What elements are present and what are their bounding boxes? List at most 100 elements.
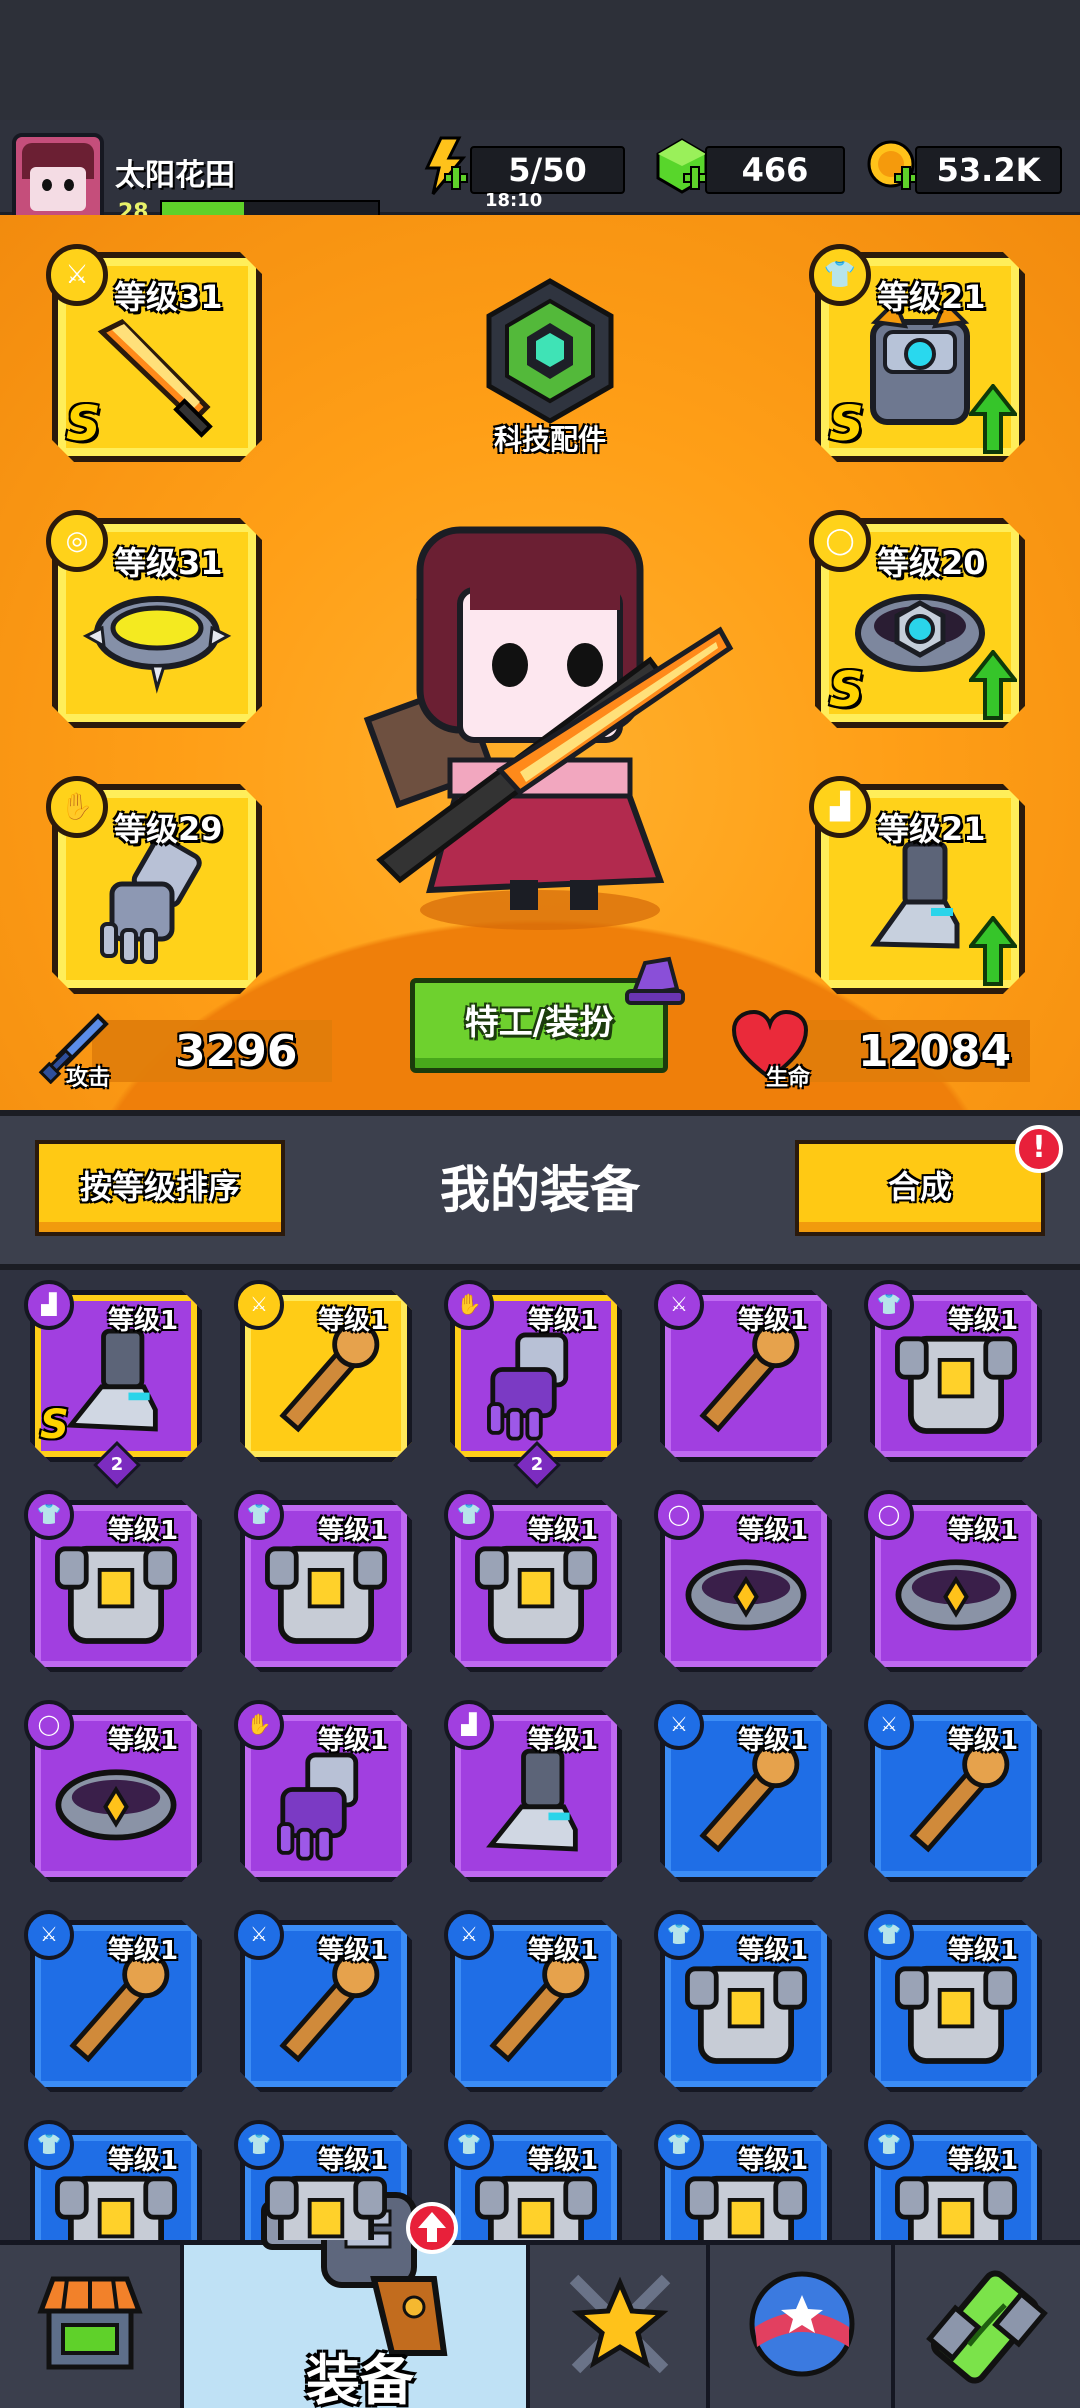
item-level: 等级1 (108, 1306, 179, 1336)
item-level: 等级1 (948, 1306, 1019, 1336)
item-level: 等级1 (738, 1306, 809, 1336)
weapon-slot-icon: ⚔ (864, 1700, 914, 1750)
green-gem-icon[interactable] (652, 136, 712, 196)
attack-label: 攻击 (66, 1066, 111, 1091)
armor-slot-icon: 👕 (24, 2120, 74, 2170)
necklace-slot-icon: ◎ (46, 510, 108, 572)
item-level: 等级1 (108, 2146, 179, 2176)
armor-slot-icon: 👕 (864, 2120, 914, 2170)
item-level: 等级1 (528, 1936, 599, 1966)
item-level: 等级1 (948, 2146, 1019, 2176)
slot-level: 等级21 (877, 278, 986, 316)
belt-slot-icon: ◯ (809, 510, 871, 572)
merge-alert-badge: ! (1015, 1125, 1063, 1173)
equip-slot-weapon[interactable]: ⚔ 等级31 S (46, 244, 262, 462)
armor-slot-icon: 👕 (654, 1910, 704, 1960)
shop-icon (37, 2276, 143, 2370)
merge-button[interactable]: 合成 (795, 1140, 1045, 1236)
item-level: 等级1 (948, 1516, 1019, 1546)
lightning-icon (424, 136, 468, 195)
upgrade-badge-icon (406, 2202, 458, 2254)
equip-slot-belt[interactable]: ◯ 等级20 S (809, 510, 1025, 728)
item-level: 等级1 (738, 1516, 809, 1546)
coin-counter[interactable]: 53.2K (915, 146, 1062, 194)
weapon-slot-icon: ⚔ (654, 1280, 704, 1330)
energy-counter[interactable]: 5/50 (470, 146, 625, 194)
armor-slot-icon: 👕 (654, 2120, 704, 2170)
tab-world[interactable] (710, 2245, 895, 2408)
health-label: 生命 (766, 1066, 811, 1091)
energy-timer: 18:10 (485, 190, 543, 211)
rank-s-label: S (66, 396, 101, 452)
weapon-slot-icon: ⚔ (444, 1910, 494, 1960)
boots-slot-icon: ▟ (444, 1700, 494, 1750)
armor-slot-icon: 👕 (864, 1910, 914, 1960)
boots-slot-icon: ▟ (24, 1280, 74, 1330)
health-value: 12084 (858, 1026, 1012, 1077)
armor-slot-icon: 👕 (444, 2120, 494, 2170)
equipment-grid: ▟ 等级1 S 2 ⚔ 等级1 ✋ 等级1 2 ⚔ 等级1 👕 等级1 👕 等级1 👕 等级1 👕 等级1 ◯ 等级1 ◯… (0, 1270, 1080, 2240)
item-level: 等级1 (318, 1306, 389, 1336)
item-level: 等级1 (738, 1936, 809, 1966)
star-ball-icon (749, 2271, 855, 2377)
player-name: 太阳花田 (115, 158, 235, 193)
item-level: 等级1 (528, 2146, 599, 2176)
rank-s-label: S (829, 396, 864, 452)
weapon-slot-icon: ⚔ (654, 1700, 704, 1750)
armor-slot-icon: 👕 (234, 1490, 284, 1540)
item-level: 等级1 (948, 1726, 1019, 1756)
belt-slot-icon: ◯ (654, 1490, 704, 1540)
boots-slot-icon: ▟ (809, 776, 871, 838)
equip-slot-necklace[interactable]: ◎ 等级31 (46, 510, 262, 728)
item-level: 等级1 (738, 2146, 809, 2176)
gem-counter[interactable]: 466 (705, 146, 845, 194)
belt-slot-icon: ◯ (24, 1700, 74, 1750)
equip-slot-gloves[interactable]: ✋ 等级29 (46, 776, 262, 994)
dna-capsule-icon (926, 2270, 1048, 2384)
weapon-slot-icon: ⚔ (234, 1910, 284, 1960)
upgrade-arrow-icon (969, 384, 1017, 454)
player-avatar[interactable] (12, 133, 104, 225)
tab-lab[interactable] (895, 2245, 1080, 2408)
slot-level: 等级21 (877, 810, 986, 848)
weapon-slot-icon: ⚔ (46, 244, 108, 306)
slot-level: 等级31 (114, 278, 223, 316)
tech-accessory-label: 科技配件 (493, 423, 606, 456)
star-swords-icon (569, 2274, 671, 2374)
sort-by-level-button[interactable]: 按等级排序 (35, 1140, 285, 1236)
armor-slot-icon: 👕 (444, 1490, 494, 1540)
item-level: 等级1 (318, 1726, 389, 1756)
attack-value: 3296 (175, 1026, 298, 1077)
item-level: 等级1 (738, 1726, 809, 1756)
gloves-slot-icon: ✋ (444, 1280, 494, 1330)
tab-shop[interactable] (0, 2245, 184, 2408)
item-level: 等级1 (108, 1936, 179, 1966)
status-bar (0, 0, 1080, 120)
gloves-slot-icon: ✋ (234, 1700, 284, 1750)
tab-battle[interactable] (530, 2245, 710, 2408)
rank-s-label: S (40, 1402, 69, 1448)
equip-slot-armor[interactable]: 👕 等级21 S (809, 244, 1025, 462)
hat-icon (625, 956, 685, 1005)
item-level: 等级1 (108, 1726, 179, 1756)
equip-slot-boots[interactable]: ▟ 等级21 (809, 776, 1025, 994)
gloves-slot-icon: ✋ (46, 776, 108, 838)
tech-accessory-icon[interactable] (475, 275, 625, 425)
armor-slot-icon: 👕 (864, 1280, 914, 1330)
upgrade-arrow-icon (969, 916, 1017, 986)
weapon-slot-icon: ⚔ (24, 1910, 74, 1960)
tab-equipment-label: 装备 (306, 2349, 414, 2408)
slot-level: 等级31 (114, 544, 223, 582)
armor-slot-icon: 👕 (24, 1490, 74, 1540)
slot-level: 等级29 (114, 810, 223, 848)
item-level: 等级1 (318, 2146, 389, 2176)
hero-character[interactable] (320, 520, 740, 940)
item-level: 等级1 (108, 1516, 179, 1546)
item-level: 等级1 (318, 1936, 389, 1966)
item-level: 等级1 (528, 1306, 599, 1336)
belt-slot-icon: ◯ (864, 1490, 914, 1540)
upgrade-arrow-icon (969, 650, 1017, 720)
armor-slot-icon: 👕 (809, 244, 871, 306)
item-level: 等级1 (948, 1936, 1019, 1966)
item-level: 等级1 (528, 1516, 599, 1546)
